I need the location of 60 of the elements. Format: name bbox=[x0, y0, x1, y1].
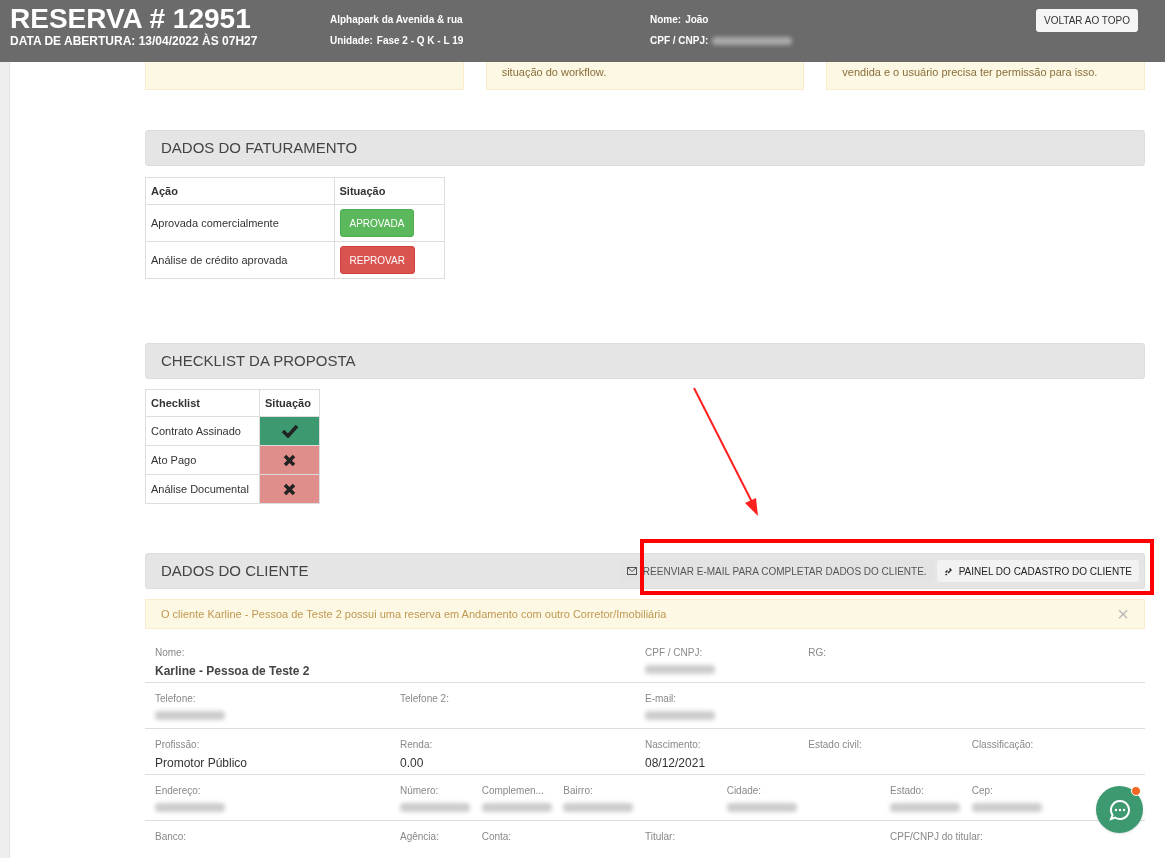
field-label: Renda: bbox=[400, 738, 434, 752]
project-name: Alphapark da Avenida & rua bbox=[330, 13, 464, 27]
table-cell: Contrato Assinado bbox=[145, 416, 260, 446]
table-cell: Análise Documental bbox=[145, 474, 260, 504]
field-value: 0.00 bbox=[400, 755, 425, 772]
x-icon bbox=[283, 482, 296, 496]
field-label: Complemen... bbox=[481, 784, 545, 798]
x-icon bbox=[283, 453, 296, 467]
field-value: João bbox=[685, 13, 709, 27]
field-value: 08/12/2021 bbox=[645, 755, 707, 772]
field-value: Fase 2 - Q K - L 19 bbox=[376, 34, 464, 48]
chat-icon bbox=[1108, 798, 1131, 821]
field-label: Cidade: bbox=[726, 784, 763, 798]
field-label: Nome: bbox=[650, 13, 682, 27]
link-icon bbox=[943, 566, 953, 576]
opening-date: DATA DE ABERTURA: 13/04/2022 ÀS 07H27 bbox=[10, 34, 259, 48]
field-label: CPF / CNPJ: bbox=[650, 34, 709, 48]
status-button[interactable]: REPROVAR bbox=[339, 246, 415, 274]
field-label: Endereço: bbox=[155, 784, 202, 798]
field-label: Estado civil: bbox=[808, 738, 863, 752]
field-value: Promotor Público bbox=[155, 755, 249, 772]
field-label: RG: bbox=[808, 646, 828, 660]
table-cell: Análise de crédito aprovada bbox=[145, 241, 334, 279]
field-label: Agência: bbox=[400, 830, 440, 844]
field-label: Classificação: bbox=[971, 738, 1035, 752]
field-label: Nascimento: bbox=[645, 738, 702, 752]
section-title: CHECKLIST DA PROPOSTA bbox=[161, 350, 356, 371]
column-header: Situação bbox=[259, 389, 320, 417]
field-label: E-mail: bbox=[645, 692, 678, 706]
alert-text: O cliente Karline - Pessoa de Teste 2 possui uma reserva em Andamento com outro Corretor/Imobiliária bbox=[161, 606, 667, 622]
field-label: Número: bbox=[400, 784, 440, 798]
envelope-icon bbox=[626, 567, 637, 575]
chat-button[interactable] bbox=[1096, 786, 1143, 833]
reservation-title: RESERVA # 12951 bbox=[10, 4, 252, 34]
field-label: Titular: bbox=[645, 830, 677, 844]
field-label: Unidade: bbox=[330, 34, 373, 48]
table-cell: Aprovada comercialmente bbox=[145, 204, 334, 242]
field-value: Karline - Pessoa de Teste 2 bbox=[155, 663, 311, 680]
back-to-top-button[interactable]: VOLTAR AO TOPO bbox=[1036, 9, 1138, 32]
check-icon bbox=[280, 424, 299, 438]
field-label: CPF / CNPJ: bbox=[645, 646, 704, 660]
notice-text: situação do workflow. bbox=[501, 65, 607, 79]
field-label: Banco: bbox=[155, 830, 188, 844]
notice-text: vendida e o usuário precisa ter permissão para isso. bbox=[842, 65, 1098, 79]
field-label: Telefone: bbox=[155, 692, 197, 706]
table-cell: Ato Pago bbox=[145, 445, 260, 475]
field-label: Telefone 2: bbox=[400, 692, 450, 706]
field-label: Conta: bbox=[481, 830, 513, 844]
client-panel-button[interactable]: PAINEL DO CADASTRO DO CLIENTE bbox=[936, 560, 1139, 582]
field-label: Estado: bbox=[890, 784, 925, 798]
field-label: Cep: bbox=[971, 784, 994, 798]
column-header: Situação bbox=[334, 177, 445, 205]
field-label: Profissão: bbox=[155, 738, 201, 752]
column-header: Ação bbox=[145, 177, 334, 205]
section-title: DADOS DO FATURAMENTO bbox=[161, 137, 358, 158]
field-label: Bairro: bbox=[563, 784, 594, 798]
section-title: DADOS DO CLIENTE bbox=[161, 560, 309, 581]
field-label: Nome: bbox=[155, 646, 186, 660]
field-label: CPF/CNPJ do titular: bbox=[890, 830, 984, 844]
column-header: Checklist bbox=[145, 389, 260, 417]
